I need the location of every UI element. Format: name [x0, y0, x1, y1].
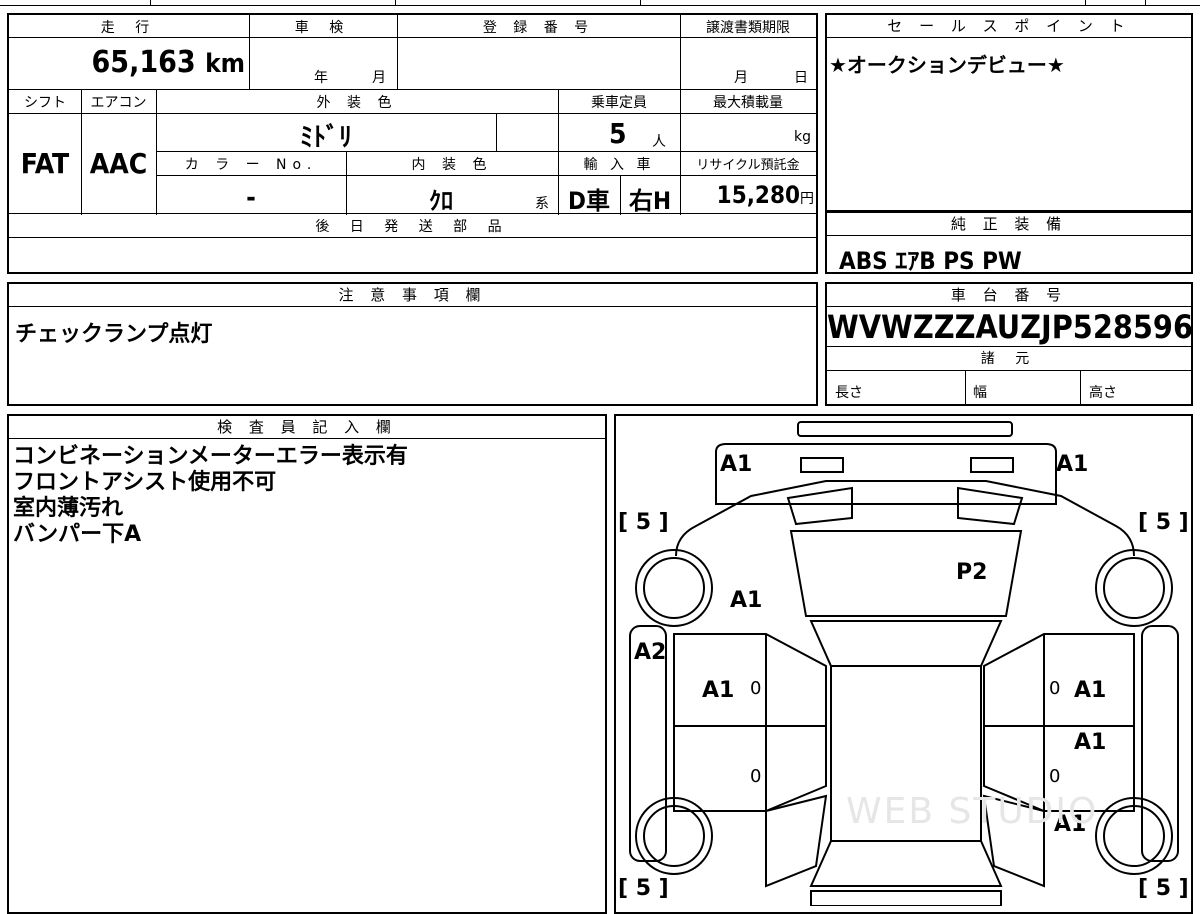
interior-suffix: 系	[535, 196, 549, 212]
mileage-value: 65,163 km	[9, 45, 245, 80]
import-label: 輸 入 車	[583, 157, 655, 173]
inspection-month: 月	[372, 70, 386, 86]
height-label: 高さ	[1089, 385, 1117, 401]
inspection-year: 年	[314, 70, 328, 86]
equipment-label: 純 正 装 備	[827, 213, 1191, 236]
damage-mark: A2	[634, 640, 667, 665]
max-load-unit: kg	[794, 129, 811, 145]
recycle-value: 15,280円	[680, 181, 814, 209]
transfer-month: 月	[734, 70, 748, 86]
import-drive: D車	[568, 187, 610, 215]
damage-mark: A1	[1074, 678, 1107, 703]
shift-label: シフト	[24, 95, 66, 111]
specs-label: 諸 元	[980, 351, 1038, 367]
damage-mark: 0	[1049, 766, 1061, 787]
damage-mark: 0	[750, 766, 762, 787]
registration-label: 登 録 番 号	[482, 20, 595, 36]
spec-table: 走 行 車 検 登 録 番 号 譲渡書類期限 65,163 km 年 月 月 日…	[7, 13, 818, 274]
chassis-box: 車 台 番 号 WVWZZZAUZJP528596 諸 元 長さ 幅 高さ	[825, 282, 1193, 406]
interior-color-value: ｸﾛ	[429, 187, 453, 215]
damage-mark: 0	[750, 678, 762, 699]
recycle-number: 15,280	[716, 181, 800, 209]
mileage-label: 走 行	[100, 20, 158, 36]
inspector-line: コンビネーションメーターエラー表示有	[13, 444, 408, 469]
transfer-deadline-label: 譲渡書類期限	[706, 20, 790, 36]
mileage-unit: km	[205, 49, 245, 79]
notes-value: チェックランプ点灯	[15, 322, 213, 347]
car-diagram: A1 A1 [ 5 ] [ 5 ] P2 A1 A2 A1 0 0 A1 A1 …	[614, 414, 1193, 914]
notes-label: 注 意 事 項 欄	[9, 284, 816, 307]
transfer-day: 日	[794, 70, 808, 86]
damage-mark: A1	[1074, 730, 1107, 755]
color-no-label: カ ラ ー No.	[184, 157, 318, 173]
interior-color-label: 内 装 色	[411, 157, 493, 173]
sales-point-label: セ ー ル ス ポ イ ン ト	[827, 15, 1191, 38]
damage-mark: P2	[956, 560, 988, 585]
sales-point-value: ★オークションデビュー★	[829, 53, 1065, 77]
later-parts-label: 後 日 発 送 部 品	[315, 219, 510, 235]
aircon-label: エアコン	[90, 95, 147, 111]
damage-mark: [ 5 ]	[1138, 876, 1189, 901]
damage-mark: 0	[1049, 678, 1061, 699]
aircon-value: AAC	[89, 147, 148, 180]
capacity-label: 乗車定員	[591, 95, 647, 111]
inspector-line: 室内薄汚れ	[13, 496, 124, 521]
top-strip	[0, 0, 1200, 6]
exterior-color-label: 外 装 色	[316, 95, 398, 111]
import-handle: 右H	[628, 187, 672, 215]
damage-mark: A1	[702, 678, 735, 703]
damage-mark: [ 5 ]	[618, 510, 669, 535]
damage-mark: A1	[730, 588, 763, 613]
chassis-label: 車 台 番 号	[827, 284, 1191, 307]
equipment-value: ABS ｴｱB PS PW	[839, 247, 1022, 275]
exterior-color-value: ﾐﾄﾞﾘ	[299, 123, 352, 153]
inspector-lines: コンビネーションメーターエラー表示有 フロントアシスト使用不可 室内薄汚れ バン…	[13, 444, 408, 548]
inspector-label: 検 査 員 記 入 欄	[9, 416, 605, 439]
inspector-line: フロントアシスト使用不可	[13, 470, 277, 495]
capacity-value: 5	[609, 117, 627, 150]
max-load-label: 最大積載量	[713, 95, 783, 111]
length-label: 長さ	[835, 385, 863, 401]
inspector-line: バンパー下A	[13, 522, 142, 547]
watermark: WEB STUDIO	[846, 791, 1099, 832]
sales-point-box: セ ー ル ス ポ イ ン ト ★オークションデビュー★	[825, 13, 1193, 212]
width-label: 幅	[973, 385, 987, 401]
capacity-unit: 人	[652, 134, 666, 150]
damage-mark: A1	[720, 452, 753, 477]
inspection-label: 車 検	[294, 20, 352, 36]
inspector-box: 検 査 員 記 入 欄 コンビネーションメーターエラー表示有 フロントアシスト使…	[7, 414, 607, 914]
mileage-number: 65,163	[91, 45, 196, 80]
color-no-value: -	[246, 183, 256, 213]
shift-value: FAT	[20, 147, 70, 180]
chassis-number: WVWZZZAUZJP528596	[827, 308, 1193, 346]
recycle-unit: 円	[800, 191, 814, 207]
damage-mark: [ 5 ]	[1138, 510, 1189, 535]
equipment-box: 純 正 装 備 ABS ｴｱB PS PW	[825, 211, 1193, 275]
notes-box: 注 意 事 項 欄 チェックランプ点灯	[7, 282, 818, 406]
car-outline-drawing	[629, 421, 1179, 906]
recycle-label: リサイクル預託金	[696, 158, 800, 173]
damage-mark: A1	[1056, 452, 1089, 477]
damage-mark: [ 5 ]	[618, 876, 669, 901]
